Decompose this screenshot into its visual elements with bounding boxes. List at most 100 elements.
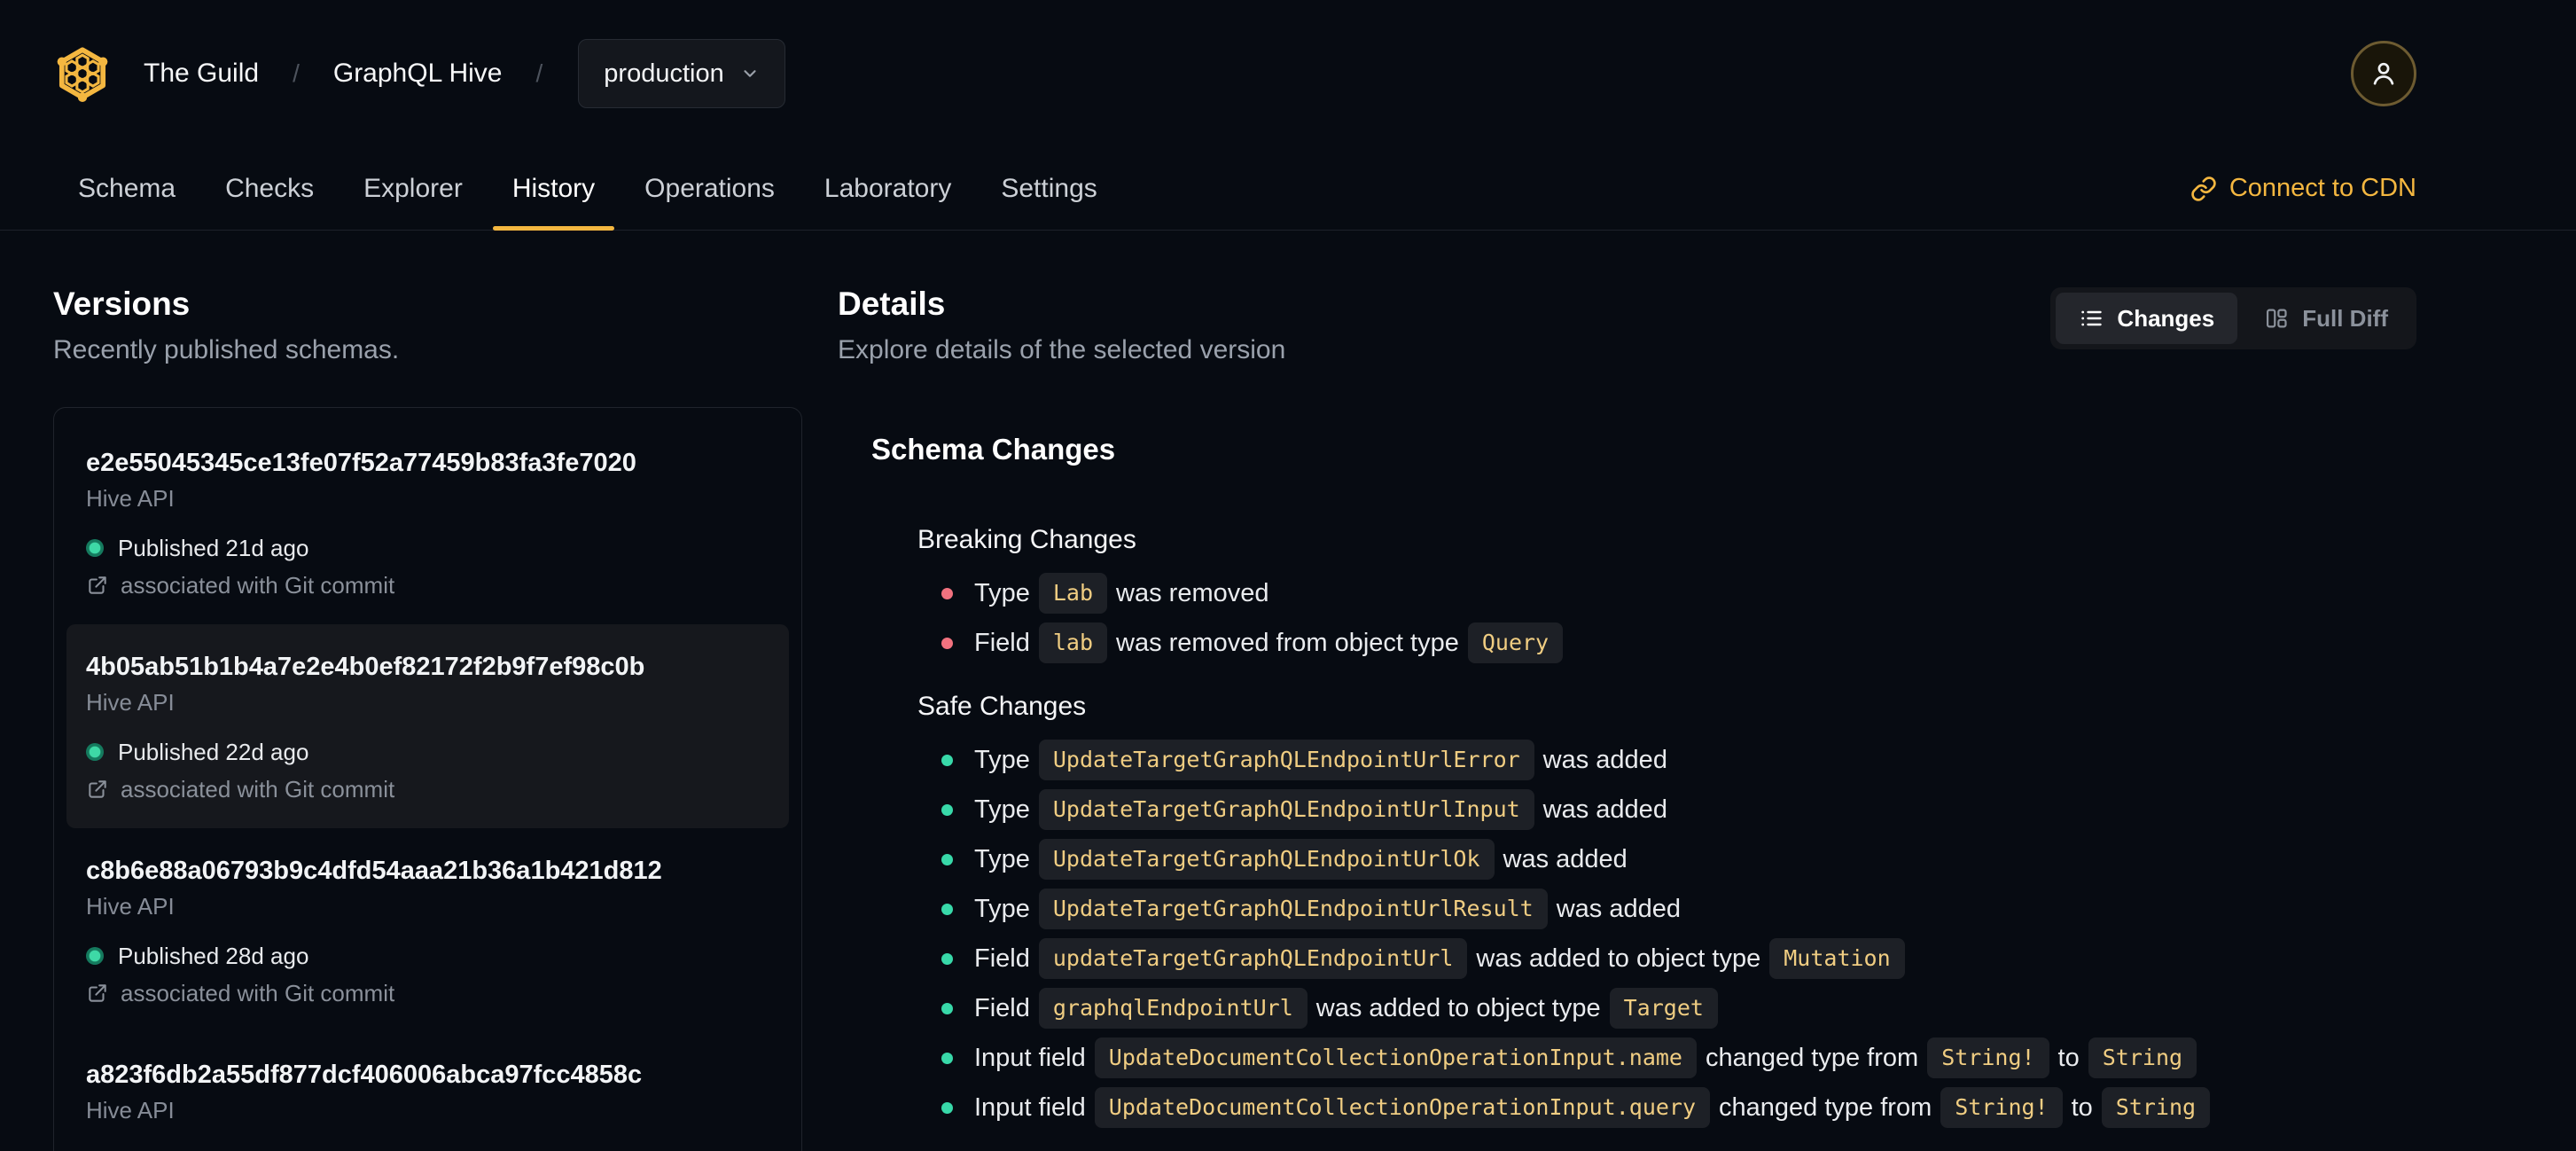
changes-button[interactable]: Changes [2056, 293, 2238, 344]
external-link-icon [89, 780, 106, 798]
change-row: Type Lab was removed [917, 568, 2416, 618]
change-row: Field lab was removed from object type Quer… [917, 618, 2416, 668]
code-chip: Lab [1038, 573, 1108, 614]
full-diff-button[interactable]: Full Diff [2241, 293, 2411, 344]
versions-list: e2e55045345ce13fe07f52a77459b83fa3fe7020… [53, 407, 802, 1151]
version-published-row: Published 40d ago [86, 1147, 769, 1151]
code-chip: UpdateTargetGraphQLEndpointUrlError [1038, 740, 1534, 780]
version-published-label: Published 22d ago [118, 739, 309, 765]
safe-bullet-icon [941, 754, 953, 766]
version-git-label: associated with Git commit [121, 980, 395, 1006]
tab-label: Laboratory [824, 173, 952, 203]
view-toggle: Changes Full Diff [2050, 287, 2416, 349]
version-service: Hive API [86, 1097, 175, 1124]
hive-logo-icon[interactable] [53, 44, 112, 103]
version-hash: 4b05ab51b1b4a7e2e4b0ef82172f2b9f7ef98c0b [86, 653, 645, 681]
breadcrumb-project[interactable]: GraphQL Hive [333, 59, 503, 89]
change-text: was removed from object type [1116, 628, 1459, 657]
version-git-link[interactable]: associated with Git commit [86, 777, 769, 802]
code-chip: UpdateTargetGraphQLEndpointUrlResult [1038, 889, 1548, 929]
version-item[interactable]: a823f6db2a55df877dcf406006abca97fcc4858c… [66, 1032, 789, 1151]
change-row: Input field UpdateDocumentCollectionOpera… [917, 1083, 2416, 1132]
tab-checks[interactable]: Checks [200, 147, 339, 230]
code-chip: String! [1940, 1087, 2063, 1128]
published-dot-icon [86, 743, 104, 761]
tab-history[interactable]: History [488, 147, 620, 231]
code-chip: String! [1927, 1037, 2049, 1078]
safe-bullet-icon [941, 952, 953, 965]
version-hash: a823f6db2a55df877dcf406006abca97fcc4858c [86, 1061, 643, 1089]
change-text: Field [974, 993, 1030, 1022]
top-header: The Guild / GraphQL Hive / production Sc… [0, 0, 2576, 231]
change-text: Input field [974, 1092, 1086, 1122]
user-avatar[interactable] [2351, 41, 2416, 106]
tab-settings[interactable]: Settings [976, 147, 1121, 230]
target-selector-value: production [604, 59, 724, 88]
details-header: Details Explore details of the selected … [838, 284, 2416, 367]
versions-subtitle: Recently published schemas. [53, 335, 400, 364]
change-text: Type [974, 745, 1030, 774]
versions-panel: Versions Recently published schemas. e2e… [53, 284, 802, 1151]
change-text: was added to object type [1315, 993, 1601, 1022]
change-section-safe: Safe Changes Type UpdateTargetGraphQLEndpo… [917, 691, 2416, 1132]
target-selector[interactable]: production [578, 39, 785, 108]
schema-changes-title: Schema Changes [871, 433, 1116, 466]
published-dot-icon [86, 539, 104, 557]
version-item[interactable]: c8b6e88a06793b9c4dfd54aaa21b36a1b421d812… [66, 828, 789, 1032]
change-text: was added to object type [1476, 944, 1761, 973]
tab-schema[interactable]: Schema [53, 147, 200, 230]
schema-changes: Schema Changes Breaking Changes Type Lab wa… [838, 432, 2416, 1132]
tab-operations[interactable]: Operations [620, 147, 800, 230]
version-hash: c8b6e88a06793b9c4dfd54aaa21b36a1b421d812 [86, 857, 662, 885]
version-git-link[interactable]: associated with Git commit [86, 981, 769, 1006]
version-published-row: Published 28d ago [86, 944, 769, 968]
change-section-breaking: Breaking Changes Type Lab was removed Field l… [917, 524, 2416, 668]
connect-to-cdn-button[interactable]: Connect to CDN [2190, 147, 2416, 230]
external-link-icon [89, 984, 106, 1002]
breadcrumb-separator: / [293, 59, 300, 87]
change-text: was added [1556, 894, 1682, 923]
version-published-label: Published 21d ago [118, 535, 309, 561]
version-item[interactable]: 4b05ab51b1b4a7e2e4b0ef82172f2b9f7ef98c0b… [66, 624, 789, 828]
change-text: was removed [1116, 578, 1269, 607]
change-section-title: Breaking Changes [917, 525, 1136, 554]
safe-bullet-icon [941, 803, 953, 816]
safe-bullet-icon [941, 903, 953, 915]
tab-explorer[interactable]: Explorer [339, 147, 488, 230]
safe-bullet-icon [941, 1052, 953, 1064]
details-subtitle: Explore details of the selected version [838, 335, 1286, 364]
change-text: Field [974, 944, 1030, 973]
breaking-bullet-icon [941, 637, 953, 649]
code-chip: Mutation [1769, 938, 1905, 979]
code-chip: Target [1609, 988, 1718, 1029]
tab-laboratory[interactable]: Laboratory [800, 147, 976, 230]
version-git-link[interactable]: associated with Git commit [86, 573, 769, 598]
code-chip: lab [1038, 622, 1108, 663]
change-text: Type [974, 795, 1030, 824]
link-icon [2191, 176, 2216, 201]
breaking-bullet-icon [941, 587, 953, 599]
change-text: Field [974, 628, 1030, 657]
version-published-row: Published 22d ago [86, 740, 769, 764]
version-hash: e2e55045345ce13fe07f52a77459b83fa3fe7020 [86, 449, 636, 477]
change-row: Input field UpdateDocumentCollectionOpera… [917, 1033, 2416, 1083]
change-row: Type UpdateTargetGraphQLEndpointUrlOk was … [917, 834, 2416, 884]
view-toggle-label: Changes [2117, 304, 2215, 332]
change-text: was added [1542, 745, 1667, 774]
breadcrumb-org[interactable]: The Guild [144, 59, 259, 89]
nav-tabs-row: Schema Checks Explorer History Operations Lab… [0, 147, 2576, 231]
published-dot-icon [86, 947, 104, 965]
change-text: Type [974, 894, 1030, 923]
columns-icon [2267, 309, 2287, 328]
version-git-label: associated with Git commit [121, 776, 395, 803]
list-icon [2081, 310, 2103, 326]
safe-bullet-icon [941, 1101, 953, 1114]
versions-title: Versions [53, 286, 191, 322]
code-chip: UpdateDocumentCollectionOperationInput.q… [1094, 1087, 1711, 1128]
version-item[interactable]: e2e55045345ce13fe07f52a77459b83fa3fe7020… [66, 420, 789, 624]
code-chip: UpdateTargetGraphQLEndpointUrlOk [1038, 839, 1495, 880]
safe-bullet-icon [941, 1002, 953, 1014]
version-published-label: Published 40d ago [118, 1147, 308, 1151]
change-text: Type [974, 844, 1030, 873]
tab-label: Checks [225, 173, 315, 203]
